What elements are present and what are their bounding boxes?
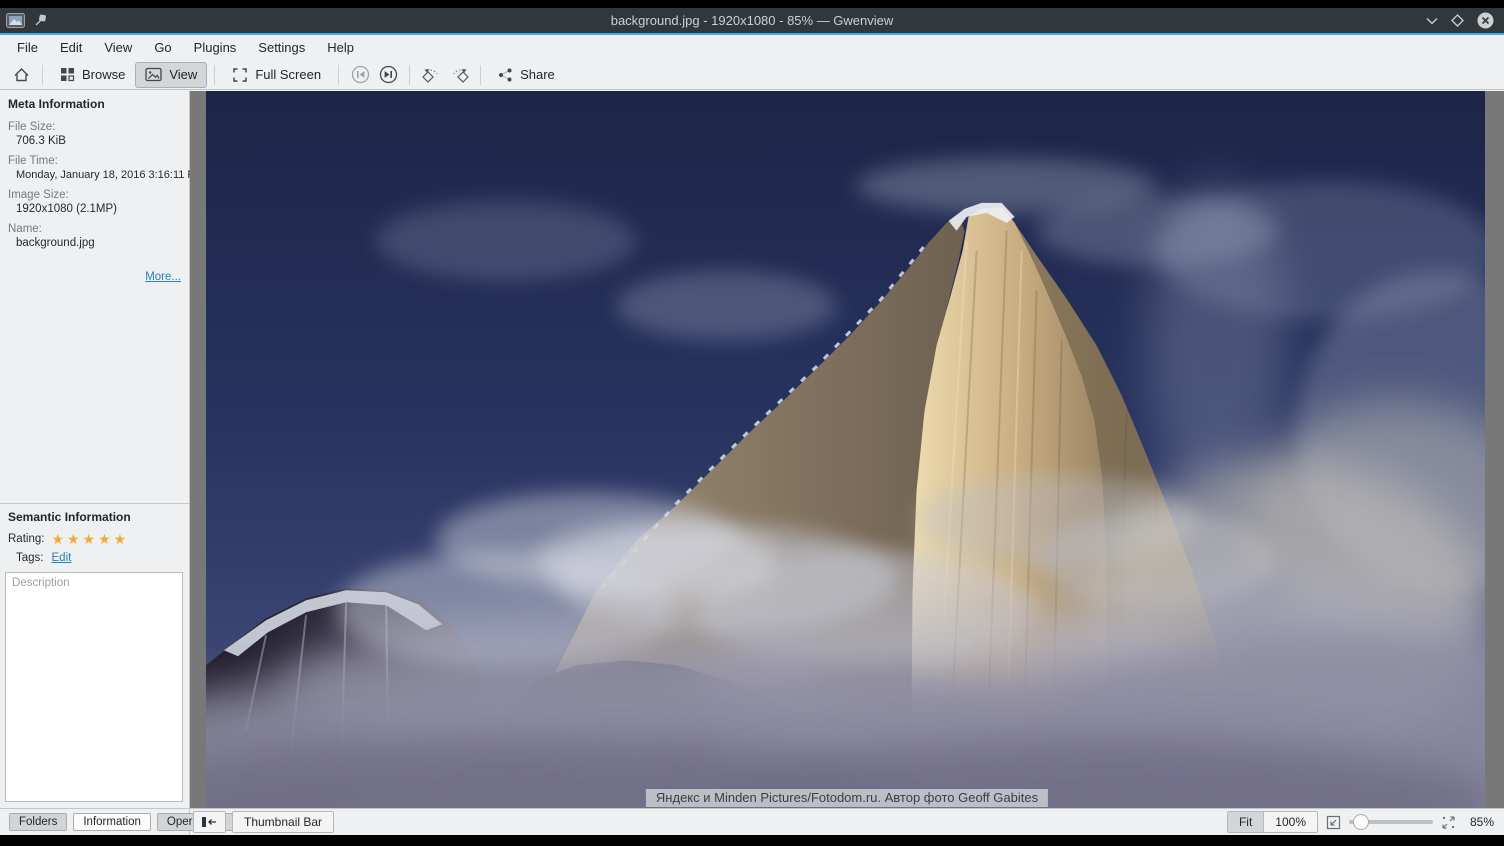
next-icon [379,65,398,84]
toolbar-separator [214,65,215,85]
titlebar[interactable]: background.jpg - 1920x1080 - 85% — Gwenv… [0,8,1504,33]
image-size-value: 1920x1080 (2.1MP) [16,203,181,215]
toolbar-separator [338,65,339,85]
home-button[interactable] [7,62,35,88]
main-toolbar: Browse View Full Screen [0,60,1504,90]
tab-information[interactable]: Information [73,813,151,831]
image-view-area: Яндекс и Minden Pictures/Fotodom.ru. Авт… [190,91,1504,808]
fullscreen-label: Full Screen [255,67,321,82]
gwenview-window: background.jpg - 1920x1080 - 85% — Gwenv… [0,8,1504,835]
menu-file[interactable]: File [6,37,49,58]
next-image-button[interactable] [374,62,402,88]
meta-information-title: Meta Information [8,97,181,111]
browse-grid-icon [60,67,75,82]
image-viewport[interactable] [206,91,1485,808]
menu-settings[interactable]: Settings [247,37,316,58]
statusbar: Folders Information Operations Thumbnail… [0,808,1504,835]
menu-view[interactable]: View [93,37,143,58]
collapse-sidebar-icon [201,816,218,828]
collapse-sidebar-button[interactable] [193,811,226,833]
rating-label: Rating: [8,533,44,545]
view-button[interactable]: View [135,62,207,88]
rotate-left-button[interactable] [417,62,445,88]
hundred-label: 100% [1275,815,1306,829]
sidebar-spacer [8,283,181,503]
rotate-left-icon [422,65,441,84]
tags-label: Tags: [16,552,44,564]
image-size-label: Image Size: [8,189,181,201]
zoom-slider[interactable] [1349,813,1433,831]
fullscreen-icon [232,67,248,83]
fullscreen-button[interactable]: Full Screen [222,62,331,88]
thumbnail-bar-label: Thumbnail Bar [244,815,322,829]
file-size-value: 706.3 KiB [16,135,181,147]
description-field[interactable] [5,572,183,802]
window-title: background.jpg - 1920x1080 - 85% — Gwenv… [0,8,1504,33]
information-sidebar: Meta Information File Size: 706.3 KiB Fi… [0,91,190,808]
sidebar-section-divider [0,503,189,504]
semantic-information-title: Semantic Information [8,510,181,524]
zoom-percentage: 85% [1464,815,1494,829]
menu-edit[interactable]: Edit [49,37,93,58]
close-icon[interactable] [1477,12,1494,29]
zoom-slider-handle[interactable] [1353,814,1369,830]
name-value: background.jpg [16,237,181,249]
fit-label: Fit [1239,815,1252,829]
tab-folders[interactable]: Folders [9,813,67,831]
zoom-100-button[interactable]: 100% [1264,811,1318,833]
zoom-actual-icon[interactable] [1441,815,1456,830]
menubar: File Edit View Go Plugins Settings Help [0,35,1504,60]
minimize-icon[interactable] [1426,16,1438,26]
home-icon [13,67,30,83]
view-label: View [169,67,197,82]
mountain-photo [206,91,1485,808]
share-icon [498,67,513,83]
zoom-fit-icon[interactable] [1326,815,1341,830]
view-image-icon [145,67,162,82]
file-size-label: File Size: [8,121,181,133]
menu-go[interactable]: Go [143,37,182,58]
browse-label: Browse [82,67,125,82]
previous-icon [351,65,370,84]
rotate-right-icon [450,65,469,84]
tags-edit-link[interactable]: Edit [52,552,72,564]
share-button[interactable]: Share [488,62,565,88]
sidebar-tabs: Folders Information Operations [0,809,190,835]
zoom-fit-button[interactable]: Fit [1227,811,1264,833]
image-attribution-caption: Яндекс и Minden Pictures/Fotodom.ru. Авт… [646,789,1048,807]
file-time-value: Monday, January 18, 2016 3:16:11 PM MSK [16,169,181,181]
browse-button[interactable]: Browse [50,62,135,88]
previous-image-button[interactable] [346,62,374,88]
maximize-icon[interactable] [1451,14,1464,27]
share-label: Share [520,67,555,82]
toolbar-separator [409,65,410,85]
file-time-label: File Time: [8,155,181,167]
thumbnail-bar-button[interactable]: Thumbnail Bar [232,811,334,833]
menu-help[interactable]: Help [316,37,365,58]
rating-stars[interactable]: ★★★★★ [51,533,129,545]
toolbar-separator [42,65,43,85]
rotate-right-button[interactable] [445,62,473,88]
menu-plugins[interactable]: Plugins [183,37,248,58]
name-label: Name: [8,223,181,235]
more-link[interactable]: More... [145,271,181,283]
toolbar-separator [480,65,481,85]
